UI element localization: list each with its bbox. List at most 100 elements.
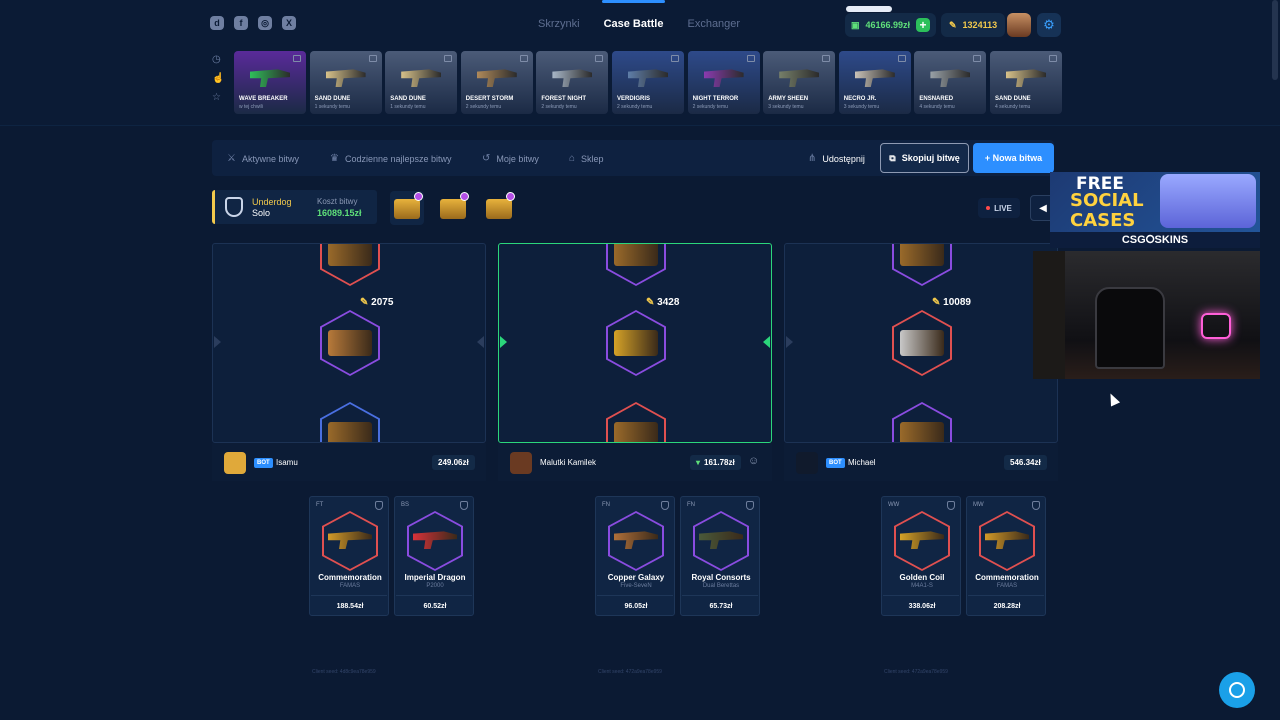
case-image [394,199,420,219]
drop-card[interactable]: NECRO JR. 3 sekundy temu [838,51,911,114]
copy-battle-button[interactable]: ⧉ Skopiuj bitwę [880,143,969,173]
clock-icon[interactable]: ◷ [212,54,224,65]
skin-image [614,422,658,442]
skin-image [930,69,971,87]
won-item-card[interactable]: FT Commemoration FAMAS 188.54zł [309,496,389,616]
live-badge: LIVE [978,198,1020,218]
drop-card[interactable]: ENSNARED 4 sekundy temu [914,51,987,114]
history-icon: ↺ [482,153,491,164]
live-dot-icon [986,206,991,210]
skin-image [900,330,944,356]
skin-image [854,69,895,87]
battle-case[interactable] [482,191,516,225]
drop-card[interactable]: SAND DUNE 1 sekundy temu [309,51,382,114]
drop-name: VERDIGRIS [617,96,651,102]
shield-icon[interactable] [661,501,669,510]
case-icon [746,55,755,62]
item-rarity-hex [894,511,950,571]
share-button[interactable]: ⋔ Udostępnij [808,153,865,164]
item-name: Commemoration [975,573,1039,582]
main-nav: Skrzynki Case Battle Exchanger [538,0,740,30]
drop-name: NECRO JR. [843,96,877,102]
battle-type: Solo [252,208,271,218]
settings-button[interactable]: ⚙ [1037,13,1061,37]
drop-card[interactable]: SAND DUNE 4 sekundy temu [990,51,1062,114]
case-icon [897,55,906,62]
drop-card[interactable]: VERDIGRIS 2 sekundy temu [612,51,684,114]
player-avatar [224,452,246,474]
promo-brand: CSG⭘SKINS [1050,232,1260,248]
tab-active-battles[interactable]: ⚔ Aktywne bitwy [227,153,299,164]
shield-icon[interactable] [460,501,468,510]
drop-card[interactable]: ARMY SHEEN 3 sekundy temu [763,51,836,114]
nav-cases[interactable]: Skrzynki [538,18,580,30]
drop-card[interactable]: FOREST NIGHT 2 sekundy temu [536,51,609,114]
battle-mode: Underdog [252,197,292,207]
facebook-icon[interactable]: f [234,16,248,30]
instagram-icon[interactable]: ◎ [258,16,272,30]
copy-label: Skopiuj bitwę [901,153,960,163]
shield-icon[interactable] [1032,501,1040,510]
item-divider [311,595,387,596]
tab-my-battles[interactable]: ↺ Moje bitwy [482,153,539,164]
points-display[interactable]: ✎ 1324113 [941,13,1006,37]
drops-filters: ◷ ☝ ☆ [212,54,224,103]
case-icon [973,55,982,62]
player-total-value: 249.06zł [438,458,469,467]
thumbs-up-icon[interactable]: ☝ [212,73,224,84]
item-price: 60.52zł [423,603,447,610]
reel-marker-right [477,336,484,348]
battle-cost: 16089.15zł [317,208,362,218]
page-scrollbar[interactable] [1272,0,1278,80]
chat-button[interactable] [1219,672,1255,708]
tab-label: Aktywne bitwy [241,153,299,164]
discord-icon[interactable]: d [210,16,224,30]
drop-time: 1 sekundy temu [390,104,426,110]
item-condition: MW [973,502,984,508]
shield-icon[interactable] [375,501,383,510]
balance-display[interactable]: ▣ 46166.99zł + [845,13,937,37]
x-icon[interactable]: X [282,16,296,30]
won-item-card[interactable]: WW Golden Coil M4A1-S 338.06zł [881,496,961,616]
won-item-card[interactable]: FN Royal Consorts Dual Berettas 65.73zł [680,496,760,616]
drop-name: WAVE BREAKER [239,96,288,102]
new-battle-button[interactable]: + Nowa bitwa [973,143,1054,173]
deposit-button[interactable]: + [916,18,931,32]
drop-card[interactable]: DESERT STORM 2 sekundy temu [460,51,533,114]
drop-card[interactable]: NIGHT TERROR 2 sekundy temu [687,51,760,114]
case-badge [414,192,423,201]
points-value: 10089 [943,297,971,308]
trophy-icon: ♛ [330,153,339,164]
shield-icon[interactable] [947,501,955,510]
tab-daily-best[interactable]: ♛ Codzienne najlepsze bitwy [330,153,452,164]
drop-card[interactable]: WAVE BREAKER w tej chwili [234,51,306,114]
star-icon[interactable]: ☆ [212,92,224,103]
item-type: FAMAS [996,583,1018,589]
battle-case[interactable] [390,191,424,225]
webcam-chair [1095,287,1165,369]
item-condition: FN [687,502,695,508]
battle-case[interactable] [436,191,470,225]
tab-shop[interactable]: ⌂ Sklep [569,153,604,164]
tab-label: Codzienne najlepsze bitwy [344,153,452,164]
player-points: ✎ 3428 [646,297,679,308]
won-item-card[interactable]: BS Imperial Dragon P2000 60.52zł [394,496,474,616]
drop-name: FOREST NIGHT [541,96,587,102]
webcam-overlay [1033,251,1260,379]
shield-icon[interactable] [746,501,754,510]
promo-banner[interactable]: FREE SOCIAL CASES CSG⭘SKINS [1050,172,1260,248]
smile-icon[interactable]: ☺ [748,455,759,467]
item-price: 65.73zł [709,603,733,610]
item-type: P2000 [426,583,444,589]
item-rarity-hex [693,511,749,571]
won-item-card[interactable]: FN Copper Galaxy Five-SeveN 96.05zł [595,496,675,616]
promo-case-image [1160,174,1256,228]
nav-case-battle[interactable]: Case Battle [601,0,666,30]
nav-exchanger[interactable]: Exchanger [687,18,740,30]
user-avatar[interactable] [1007,13,1031,37]
battle-reel [498,243,772,443]
item-condition: FN [602,502,610,508]
drop-card[interactable]: SAND DUNE 1 sekundy temu [385,51,458,114]
drop-time: 1 sekundy temu [314,104,350,110]
won-item-card[interactable]: MW Commemoration FAMAS 208.28zł [966,496,1046,616]
